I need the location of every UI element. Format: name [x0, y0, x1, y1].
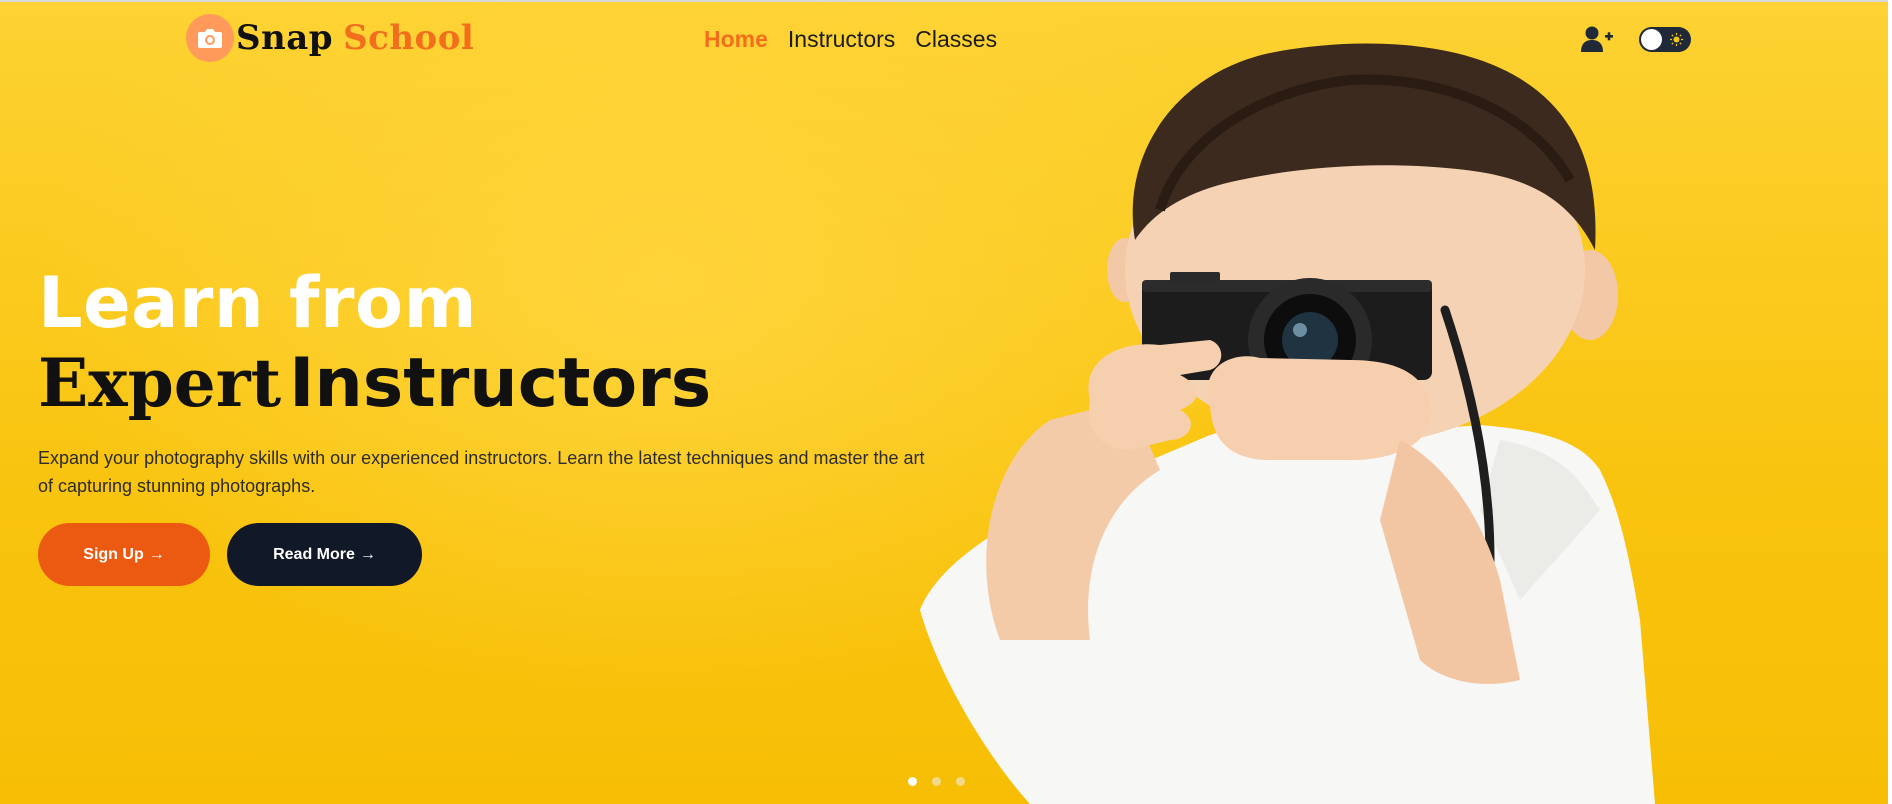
nav-links: Home Instructors Classes: [704, 26, 1017, 53]
sun-icon: [1670, 33, 1683, 46]
arrow-right-icon: →: [359, 545, 376, 563]
brand-name: Snap School: [236, 18, 474, 58]
top-navbar: Snap School Home Instructors Classes: [0, 0, 1892, 80]
hero-photo: [920, 43, 1655, 804]
arrow-right-icon: →: [148, 545, 165, 563]
lens-reflection: [1293, 323, 1307, 337]
user-plus-icon[interactable]: [1581, 25, 1613, 53]
sign-up-button[interactable]: Sign Up →: [38, 523, 210, 586]
read-more-button[interactable]: Read More →: [227, 523, 422, 586]
carousel-dots: [908, 777, 980, 786]
theme-toggle[interactable]: [1639, 27, 1691, 52]
nav-link-home[interactable]: Home: [704, 26, 768, 53]
page-edge: [1888, 0, 1892, 804]
hero-description: Expand your photography skills with our …: [38, 448, 925, 496]
hero-headline: Learn from Expert Instructors: [38, 262, 711, 440]
carousel-dot-1[interactable]: [908, 777, 917, 786]
headline-word-expert: Expert: [38, 344, 282, 422]
camera-button: [1170, 272, 1220, 282]
nav-link-instructors[interactable]: Instructors: [788, 26, 895, 53]
headline-line1: Learn from: [38, 262, 478, 344]
brand-name-part2: School: [343, 18, 475, 58]
carousel-dot-3[interactable]: [956, 777, 965, 786]
hand-right: [1208, 356, 1432, 460]
brand-name-part1: Snap: [236, 18, 334, 58]
brand-logo[interactable]: Snap School: [186, 14, 474, 62]
nav-link-classes[interactable]: Classes: [915, 26, 997, 53]
camera-icon: [186, 14, 234, 62]
toggle-knob: [1641, 29, 1662, 50]
read-more-label: Read More: [273, 545, 355, 563]
headline-word-instructors: Instructors: [289, 344, 712, 423]
hero-banner: Snap School Home Instructors Classes Lea…: [0, 0, 1892, 804]
carousel-dot-2[interactable]: [932, 777, 941, 786]
sign-up-label: Sign Up: [83, 545, 144, 563]
headline-line2: Expert Instructors: [38, 344, 711, 440]
